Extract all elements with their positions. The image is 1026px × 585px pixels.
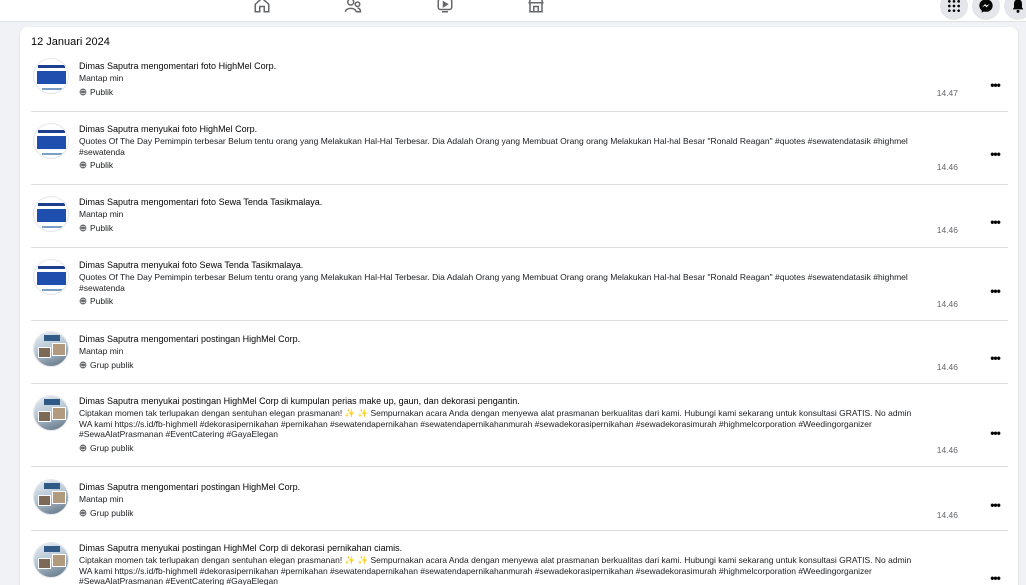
activity-entry[interactable]: Dimas Saputra menyukai postingan HighMel… bbox=[31, 542, 1008, 585]
globe-icon bbox=[79, 509, 87, 516]
activity-excerpt: Quotes Of The Day Pemimpin terbesar Belu… bbox=[79, 136, 908, 157]
top-navigation-bar bbox=[0, 0, 1026, 22]
more-options-icon[interactable]: ••• bbox=[988, 498, 1002, 512]
post-thumbnail[interactable] bbox=[33, 331, 69, 367]
activity-title[interactable]: Dimas Saputra mengomentari foto Sewa Ten… bbox=[79, 196, 919, 208]
activity-title[interactable]: Dimas Saputra menyukai postingan HighMel… bbox=[79, 542, 919, 554]
activity-entry[interactable]: Dimas Saputra menyukai foto Sewa Tenda T… bbox=[31, 259, 1008, 321]
globe-icon bbox=[79, 224, 87, 231]
post-thumbnail[interactable] bbox=[33, 259, 69, 295]
activity-title[interactable]: Dimas Saputra menyukai foto HighMel Corp… bbox=[79, 123, 919, 135]
audience-label: Grup publik bbox=[79, 442, 919, 454]
activity-entry[interactable]: Dimas Saputra menyukai postingan HighMel… bbox=[31, 395, 1008, 467]
audience-text: Publik bbox=[90, 222, 114, 233]
audience-label: Publik bbox=[79, 295, 919, 307]
activity-title[interactable]: Dimas Saputra mengomentari postingan Hig… bbox=[79, 333, 919, 345]
post-thumbnail[interactable] bbox=[33, 123, 69, 159]
audience-label: Grup publik bbox=[79, 359, 919, 371]
activity-time[interactable]: 14.46 bbox=[937, 162, 958, 172]
audience-label: Grup publik bbox=[79, 507, 919, 519]
more-options-icon[interactable]: ••• bbox=[988, 571, 1002, 585]
activity-time[interactable]: 14.46 bbox=[937, 225, 958, 235]
activity-time[interactable]: 14.46 bbox=[937, 299, 958, 309]
activity-time[interactable]: 14.47 bbox=[937, 88, 958, 98]
activity-time[interactable]: 14.46 bbox=[937, 362, 958, 372]
messenger-icon[interactable] bbox=[972, 0, 1000, 20]
post-thumbnail[interactable] bbox=[33, 196, 69, 232]
audience-label: Publik bbox=[79, 159, 919, 171]
audience-label: Publik bbox=[79, 222, 919, 234]
activity-title[interactable]: Dimas Saputra mengomentari foto HighMel … bbox=[79, 60, 919, 72]
activity-entry[interactable]: Dimas Saputra mengomentari foto Sewa Ten… bbox=[31, 196, 1008, 248]
activity-title[interactable]: Dimas Saputra menyukai postingan HighMel… bbox=[79, 395, 919, 407]
activity-excerpt: Ciptakan momen tak terlupakan dengan sen… bbox=[79, 408, 912, 439]
audience-text: Publik bbox=[90, 160, 114, 170]
more-options-icon[interactable]: ••• bbox=[988, 351, 1002, 365]
activity-log-panel: 12 Januari 2024 Dimas Saputra mengomenta… bbox=[20, 27, 1018, 585]
more-options-icon[interactable]: ••• bbox=[988, 426, 1002, 440]
activity-excerpt: Quotes Of The Day Pemimpin terbesar Belu… bbox=[79, 272, 908, 293]
activity-entry[interactable]: Dimas Saputra mengomentari postingan Hig… bbox=[31, 331, 1008, 384]
activity-excerpt: Ciptakan momen tak terlupakan dengan sen… bbox=[79, 555, 912, 585]
activity-title[interactable]: Dimas Saputra mengomentari postingan Hig… bbox=[79, 481, 919, 493]
activity-excerpt: Mantap min bbox=[79, 346, 124, 356]
post-thumbnail[interactable] bbox=[33, 58, 69, 94]
post-thumbnail[interactable] bbox=[33, 479, 69, 515]
notifications-icon[interactable] bbox=[1004, 0, 1026, 20]
audience-text: Grup publik bbox=[90, 507, 134, 518]
audience-text: Grup publik bbox=[90, 359, 134, 370]
activity-time[interactable]: 14.46 bbox=[937, 510, 958, 520]
audience-label: Publik bbox=[79, 86, 919, 98]
globe-icon bbox=[79, 444, 87, 451]
audience-text: Grup publik bbox=[90, 442, 134, 453]
more-options-icon[interactable]: ••• bbox=[988, 215, 1002, 229]
video-icon[interactable] bbox=[434, 0, 456, 16]
friends-icon[interactable] bbox=[342, 0, 364, 16]
globe-icon bbox=[79, 297, 87, 305]
activity-excerpt: Mantap min bbox=[79, 209, 124, 219]
marketplace-icon[interactable] bbox=[525, 0, 547, 16]
menu-grid-icon[interactable] bbox=[940, 0, 968, 20]
more-options-icon[interactable]: ••• bbox=[988, 78, 1002, 92]
post-thumbnail[interactable] bbox=[33, 542, 69, 578]
audience-text: Publik bbox=[90, 86, 114, 97]
more-options-icon[interactable]: ••• bbox=[988, 284, 1002, 298]
globe-icon bbox=[79, 361, 87, 368]
audience-text: Publik bbox=[90, 296, 114, 306]
globe-icon bbox=[79, 161, 87, 169]
post-thumbnail[interactable] bbox=[33, 395, 69, 431]
activity-entry[interactable]: Dimas Saputra mengomentari postingan Hig… bbox=[31, 479, 1008, 531]
date-heading: 12 Januari 2024 bbox=[31, 36, 110, 48]
activity-excerpt: Mantap min bbox=[79, 494, 124, 504]
activity-entry[interactable]: Dimas Saputra menyukai foto HighMel Corp… bbox=[31, 123, 1008, 185]
globe-icon bbox=[79, 88, 87, 95]
more-options-icon[interactable]: ••• bbox=[988, 147, 1002, 161]
activity-title[interactable]: Dimas Saputra menyukai foto Sewa Tenda T… bbox=[79, 259, 919, 271]
activity-time[interactable]: 14.46 bbox=[937, 445, 958, 455]
activity-excerpt: Mantap min bbox=[79, 73, 124, 83]
home-icon[interactable] bbox=[251, 0, 273, 16]
activity-entry[interactable]: Dimas Saputra mengomentari foto HighMel … bbox=[31, 58, 1008, 112]
